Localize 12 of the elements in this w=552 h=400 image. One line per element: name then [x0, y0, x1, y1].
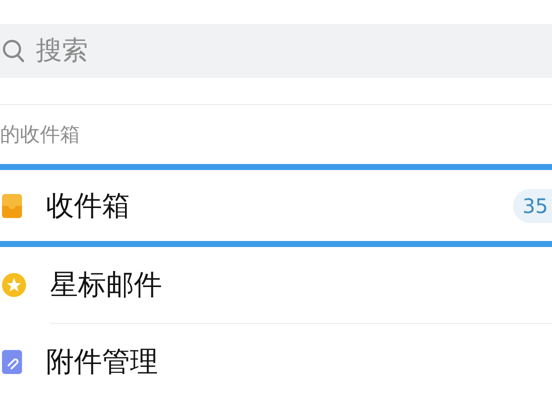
folder-label: 附件管理 — [46, 344, 159, 380]
folder-item[interactable]: 星标邮件 — [0, 247, 552, 324]
section-header: 的收件箱 — [0, 121, 80, 148]
search-bar[interactable]: 搜索 — [0, 24, 552, 78]
folder-label: 星标邮件 — [50, 266, 163, 303]
unread-count: 35 — [512, 188, 552, 223]
search-icon — [2, 39, 24, 64]
folder-label: 收件箱 — [46, 188, 131, 224]
inbox-tray-icon — [2, 194, 22, 218]
folder-item[interactable]: 收件箱 35 — [0, 164, 552, 248]
folder-item[interactable]: 附件管理 — [0, 324, 552, 400]
search-field[interactable]: 搜索 — [36, 32, 552, 71]
